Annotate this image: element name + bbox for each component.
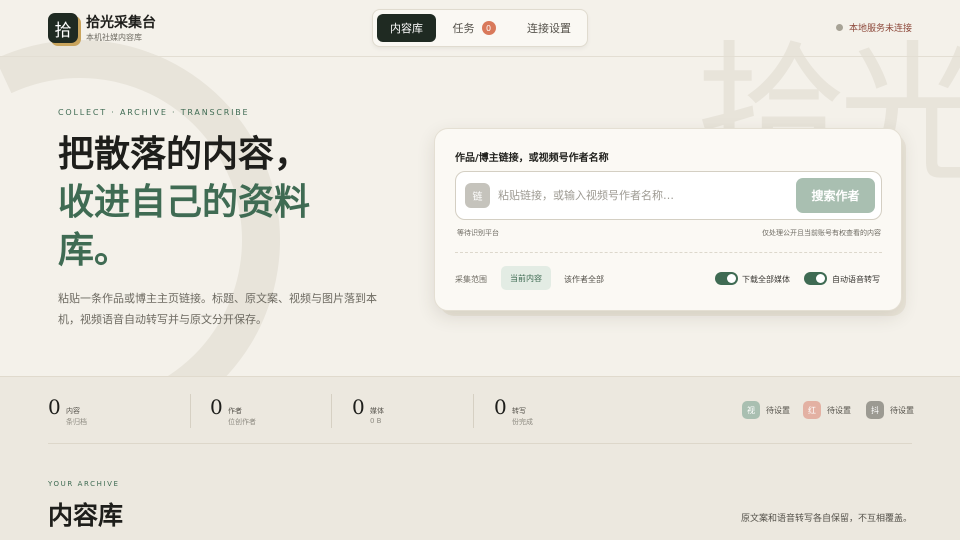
stat-separator [473,394,474,428]
stat-separator [331,394,332,428]
archive-title: 内容库 [48,501,124,530]
link-icon: 链 [465,183,490,208]
stat-content-value: 0 [48,395,61,419]
archive-note: 原文案和语音转写各自保留，不互相覆盖。 [740,514,912,524]
search-author-button[interactable]: 搜索作者 [796,178,875,213]
service-status-text: 本地服务未连接 [848,24,912,34]
tab-tasks[interactable]: 任务 0 [448,14,500,42]
permission-hint: 仅处理公开且当前账号有权查看的内容 [762,229,881,237]
hero-title: 把散落的内容， 收进自己的资料 库。 [58,130,348,274]
link-input-wrapper: 链 搜索作者 [455,171,882,220]
status-dot-icon [835,24,843,31]
red-platform-icon: 红 [803,401,821,419]
auto-transcribe-label: 自动语音转写 [832,275,880,284]
app-header: 拾 拾光采集台 本机社媒内容库 内容库 任务 0 连接设置 本地服务未连接 [0,0,960,57]
scope-label: 采集范围 [455,275,487,284]
collect-card: 作品/博主链接，或视频号作者名称 链 搜索作者 等待识别平台 仅处理公开且当前账… [434,128,902,311]
stat-transcripts-sub: 份完成 [512,418,533,426]
stat-content-sub: 条归档 [66,418,87,426]
video-platform-icon: 视 [742,401,760,419]
link-input-label: 作品/博主链接，或视频号作者名称 [455,153,609,164]
tab-connection-settings-label: 连接设置 [527,22,571,35]
tab-library[interactable]: 内容库 [377,14,436,42]
stat-transcripts-label: 转写 [512,407,526,415]
stat-media-sub: 0 B [370,417,382,425]
archive-eyebrow: YOUR ARCHIVE [48,480,120,488]
platform-status-text: 待设置 [827,405,851,415]
platform-detect-hint: 等待识别平台 [457,229,499,237]
hero-title-line-3: 库。 [58,229,131,271]
hero-description: 粘贴一条作品或博主主页链接。标题、原文案、视频与图片落到本机，视频语音自动转写并… [58,292,377,326]
tab-connection-settings[interactable]: 连接设置 [513,14,585,42]
scope-option-current[interactable]: 当前内容 [501,266,551,290]
section-divider [48,443,912,444]
platform-status-text: 待设置 [766,405,790,415]
stat-content-label: 内容 [66,407,80,415]
download-media-toggle[interactable] [715,272,738,285]
platform-status-douyin[interactable]: 抖 待设置 [866,401,914,419]
hero-eyebrow: COLLECT · ARCHIVE · TRANSCRIBE [58,108,250,117]
app-name: 拾光采集台 [86,15,156,31]
stat-separator [190,394,191,428]
stat-authors-label: 作者 [228,407,242,415]
stat-authors-sub: 位创作者 [228,418,256,426]
platform-status-video[interactable]: 视 待设置 [742,401,790,419]
tab-library-label: 内容库 [390,22,423,35]
card-divider [455,252,882,253]
stat-media-label: 媒体 [370,407,384,415]
platform-status-red[interactable]: 红 待设置 [803,401,851,419]
stat-transcripts-value: 0 [494,395,507,419]
hero-title-line-1: 把散落的内容， [58,133,311,175]
service-status: 本地服务未连接 [835,21,912,34]
tab-tasks-label: 任务 [452,22,475,35]
scope-option-all[interactable]: 该作者全部 [564,274,604,285]
link-input[interactable] [498,182,788,208]
douyin-platform-icon: 抖 [866,401,884,419]
stat-authors-value: 0 [210,395,223,419]
app-subtitle: 本机社媒内容库 [86,33,142,42]
stat-media-value: 0 [352,395,365,419]
hero-title-line-2: 收进自己的资料 [58,181,311,223]
tasks-count-badge: 0 [481,21,496,35]
platform-status-text: 待设置 [890,405,914,415]
main-nav: 内容库 任务 0 连接设置 [372,9,588,47]
app-logo-icon: 拾 [48,13,78,43]
auto-transcribe-toggle[interactable] [804,272,827,285]
download-media-label: 下载全部媒体 [742,275,790,284]
